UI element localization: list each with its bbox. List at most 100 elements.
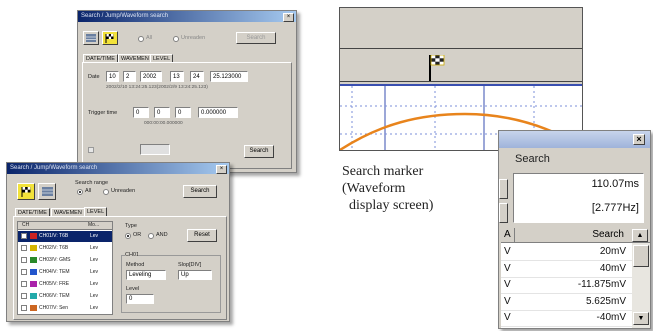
channel-row[interactable]: CH01/V: T6B Lev [18,231,112,242]
channel-row[interactable]: CH06/V: TEM Lev [18,291,112,302]
scroll-down-button[interactable] [499,203,508,223]
top-search-button[interactable]: Search [236,32,276,44]
col-search-header: Search [592,229,624,240]
trigger-second-field[interactable]: 0.000000 [198,107,238,118]
date-day-field[interactable]: 10 [106,71,119,82]
channel-row[interactable]: CH07/V: Sen Lev [18,303,112,314]
date-hour-field[interactable]: 13 [170,71,184,82]
row-search-value: 5.625mV [585,295,626,307]
col-divider [514,228,515,243]
flag-icon-button[interactable] [17,183,35,200]
checkered-flag-icon[interactable] [427,55,445,81]
channel-name: CH02/V: T6B [39,245,69,251]
close-button[interactable]: × [216,165,227,174]
channel-row[interactable]: CH05/V: FRE Lev [18,279,112,290]
row-search-value: 40mV [599,262,626,274]
table-row[interactable]: V -11.875mV [501,277,632,294]
scrollbar-thumb[interactable] [633,245,649,267]
disabled-checkbox[interactable] [88,147,94,153]
date-minute-field[interactable]: 24 [190,71,204,82]
radio-and-label: AND [156,232,168,238]
table-row[interactable]: V 5.625mV [501,294,632,311]
trigger-minute-field[interactable]: 0 [175,107,191,118]
flag-icon-button[interactable] [102,31,118,45]
value-box: 110.07ms [2.777Hz] [513,173,644,223]
caption-line-1: Search marker [342,164,424,179]
slope-select[interactable]: Up [178,270,212,280]
disabled-select[interactable] [140,144,170,155]
date-month-field[interactable]: 2 [123,71,136,82]
method-group: CH01 Method Leveling Slop[DIV] Up Level … [121,252,221,313]
tab-level[interactable]: LEVEL [84,207,108,216]
search-range-label: Search range [75,180,109,186]
freq-value: [2.777Hz] [591,202,639,214]
search-button[interactable]: Search [244,145,274,158]
dialog-title: Search / Jump/Waveform search [78,11,296,22]
list-icon [41,187,53,196]
radio-unreaden[interactable] [103,189,109,195]
radio-unreaden-label: Unreaden [111,188,136,194]
reset-button[interactable]: Reset [187,229,217,242]
channel-checkbox[interactable] [21,293,27,299]
radio-unreaden[interactable] [173,36,179,42]
scroll-down-arrow[interactable]: ▼ [633,312,649,325]
method-select[interactable]: Leveling [126,270,166,280]
channel-color-swatch [30,293,37,299]
date-year-field[interactable]: 2002 [140,71,162,82]
channel-row[interactable]: CH02/V: T6B Lev [18,243,112,254]
method-label: Method [126,262,145,268]
date-label: Date [88,74,100,80]
slope-label: Slop[DIV] [178,262,202,268]
channel-checkbox[interactable] [21,281,27,287]
channel-row[interactable]: CH03/V: GMS Lev [18,255,112,266]
row-unit: V [504,279,511,290]
table-row[interactable]: V 40mV [501,261,632,278]
trigger-day-field[interactable]: 0 [133,107,149,118]
header-ch: CH [22,222,30,228]
scrollbar-track[interactable]: ▼ [632,243,650,328]
channel-name: CH01/V: T6B [39,233,69,239]
dialog-title: Search / Jump/Waveform search [7,163,229,174]
radio-all[interactable] [77,189,83,195]
date-second-field[interactable]: 25.123000 [210,71,248,82]
channel-color-swatch [30,305,37,311]
radio-and[interactable] [148,233,154,239]
channel-mode: Lev [90,233,99,239]
close-button[interactable]: × [283,13,294,22]
scroll-up-button[interactable] [499,179,508,199]
radio-or-label: OR [133,232,142,238]
search-button[interactable]: Search [183,185,217,198]
checkered-flag-icon [105,34,114,43]
channel-color-swatch [30,233,37,239]
radio-all[interactable] [138,36,144,42]
trigger-hint: 000:00:00.000000 [144,121,183,126]
close-button[interactable]: × [633,134,645,145]
trigger-hour-field[interactable]: 0 [154,107,170,118]
panel-titlebar: × [499,131,650,148]
scroll-up-arrow[interactable]: ▲ [632,229,648,242]
channel-checkbox[interactable] [21,257,27,263]
channel-mode: Lev [90,257,99,263]
radio-or[interactable] [125,233,131,239]
level-input[interactable]: 0 [126,294,154,304]
row-unit: V [504,312,511,323]
table-row[interactable]: V 20mV [501,244,632,261]
channel-row[interactable]: CH04/V: TEM Lev [18,267,112,278]
channel-list[interactable]: CH Mo... CH01/V: T6B Lev CH02/V: T6B Lev CH0… [17,221,113,315]
grid-icon-button[interactable] [83,31,99,45]
channel-checkbox[interactable] [21,233,27,239]
result-table: A Search ▲ V 20mV V 40mV V -11.875mV V 5.625mV V… [501,228,650,328]
radio-all-label: All [85,188,92,194]
header-mode: Mo... [88,222,100,228]
channel-name: CH04/V: TEM [39,269,70,275]
channel-checkbox[interactable] [21,305,27,311]
date-hint: 2002/2/10 13:24:25.123(2002/2/9 13:24:25… [106,85,208,90]
search-dialog-datetime: Search / Jump/Waveform search × All Unre… [77,10,297,173]
channel-checkbox[interactable] [21,245,27,251]
table-row[interactable]: V -40mV [501,310,632,327]
channel-mode: Lev [90,269,99,275]
result-rows: V 20mV V 40mV V -11.875mV V 5.625mV V -40mV [501,244,632,328]
channel-checkbox[interactable] [21,269,27,275]
channel-name: CH06/V: TEM [39,293,70,299]
list-icon-button[interactable] [38,183,56,200]
